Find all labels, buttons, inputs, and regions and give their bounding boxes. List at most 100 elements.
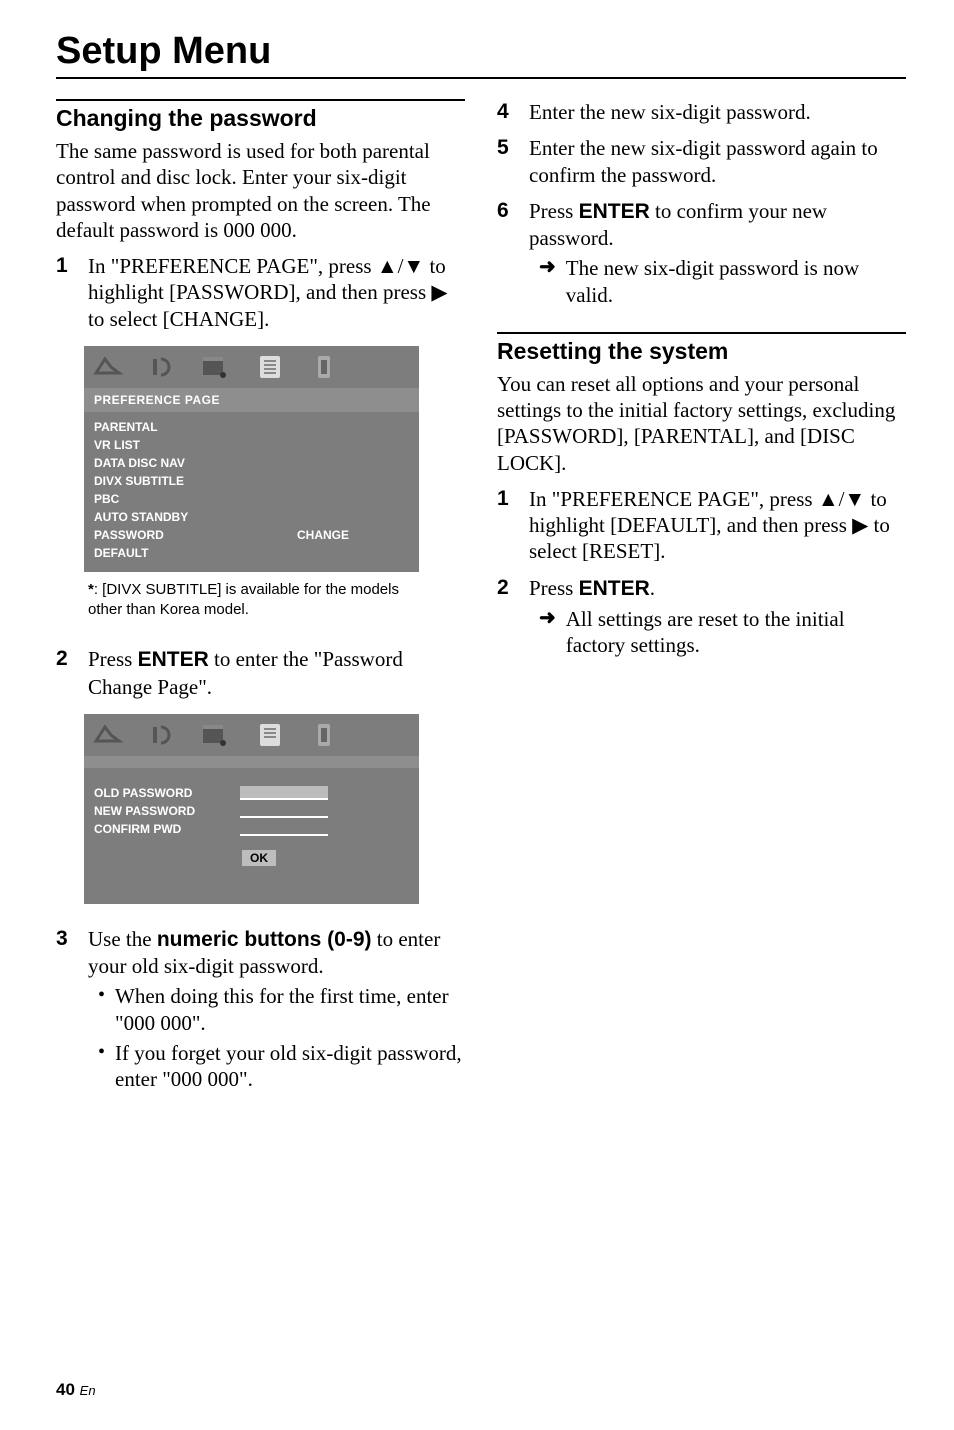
step-4: 4 Enter the new six-digit password.	[497, 99, 906, 125]
osd-item: PBC	[94, 490, 409, 508]
section-heading-password: Changing the password	[56, 105, 465, 132]
step-body: Enter the new six-digit password again t…	[529, 135, 906, 188]
osd-password-inputs: OLD PASSWORD NEW PASSWORD CONFIRM PWD OK	[84, 768, 419, 904]
step-number: 1	[56, 253, 74, 332]
tab-preference-icon	[252, 721, 288, 749]
step-6: 6 Press ENTER to confirm your new passwo…	[497, 198, 906, 308]
page-number-value: 40	[56, 1380, 75, 1399]
bullet-item: • If you forget your old six-digit passw…	[88, 1040, 465, 1093]
tab-hdmi-icon	[306, 353, 342, 381]
ok-button: OK	[242, 850, 276, 866]
footnote-text: : [DIVX SUBTITLE] is available for the m…	[88, 581, 399, 618]
reset-step-2: 2 Press ENTER. ➜ All settings are reset …	[497, 575, 906, 659]
step-3: 3 Use the numeric buttons (0-9) to enter…	[56, 926, 465, 1093]
enter-key: ENTER	[138, 648, 209, 671]
enter-key: ENTER	[579, 577, 650, 600]
page-language: En	[80, 1383, 96, 1398]
arrow-right-icon: ➜	[539, 255, 556, 308]
input-row: CONFIRM PWD	[94, 822, 409, 836]
text: to select [CHANGE].	[88, 307, 269, 331]
step-number: 2	[56, 646, 74, 700]
result-text: All settings are reset to the initial fa…	[566, 606, 906, 659]
osd-item: DEFAULT	[94, 544, 409, 562]
step-number: 4	[497, 99, 515, 125]
osd-item: AUTO STANDBY	[94, 508, 409, 526]
text: In "PREFERENCE PAGE", press	[88, 254, 377, 278]
columns: Changing the password The same password …	[56, 99, 906, 1102]
chapter-title: Setup Menu	[56, 30, 906, 73]
step-body: Press ENTER to confirm your new password…	[529, 198, 906, 308]
page-number: 40 En	[56, 1380, 96, 1400]
input-row: OLD PASSWORD	[94, 786, 409, 800]
result-text: The new six-digit password is now valid.	[566, 255, 906, 308]
step-body: Enter the new six-digit password.	[529, 99, 906, 125]
text: Press	[529, 576, 579, 600]
osd-item: PARENTAL	[94, 418, 409, 436]
section-rule	[56, 99, 465, 101]
new-password-field	[240, 804, 328, 818]
step-body: Press ENTER. ➜ All settings are reset to…	[529, 575, 906, 659]
input-label: OLD PASSWORD	[94, 786, 224, 800]
bullet-item: • When doing this for the first time, en…	[88, 983, 465, 1036]
tab-audio-icon	[144, 721, 180, 749]
chapter-rule	[56, 77, 906, 79]
old-password-field	[240, 786, 328, 800]
bullet-icon: •	[98, 1040, 105, 1093]
bullet-text: When doing this for the first time, ente…	[115, 983, 465, 1036]
osd-title: PREFERENCE PAGE	[84, 388, 419, 412]
bullet-text: If you forget your old six-digit passwor…	[115, 1040, 465, 1093]
intro-text: The same password is used for both paren…	[56, 138, 465, 243]
text: Press	[88, 647, 138, 671]
text: Press	[529, 199, 579, 223]
tab-general-icon	[90, 353, 126, 381]
input-label: CONFIRM PWD	[94, 822, 224, 836]
play-icon: ▶	[852, 513, 868, 537]
tab-hdmi-icon	[306, 721, 342, 749]
up-down-icon: ▲/▼	[377, 254, 424, 278]
osd-password-change: OLD PASSWORD NEW PASSWORD CONFIRM PWD OK	[84, 714, 419, 904]
osd-value: CHANGE	[297, 528, 349, 542]
step-1: 1 In "PREFERENCE PAGE", press ▲/▼ to hig…	[56, 253, 465, 332]
text: In "PREFERENCE PAGE", press	[529, 487, 818, 511]
bullet-icon: •	[98, 983, 105, 1036]
osd-item: VR LIST	[94, 436, 409, 454]
osd-item: DATA DISC NAV	[94, 454, 409, 472]
osd-menu-items: PARENTAL VR LIST DATA DISC NAV DIVX SUBT…	[84, 412, 419, 572]
step-number: 2	[497, 575, 515, 659]
enter-key: ENTER	[579, 200, 650, 223]
up-down-icon: ▲/▼	[818, 487, 865, 511]
step-2: 2 Press ENTER to enter the "Password Cha…	[56, 646, 465, 700]
step-number: 3	[56, 926, 74, 1093]
step-number: 1	[497, 486, 515, 565]
step-body: In "PREFERENCE PAGE", press ▲/▼ to highl…	[529, 486, 906, 565]
step-number: 6	[497, 198, 515, 308]
step-body: Use the numeric buttons (0-9) to enter y…	[88, 926, 465, 1093]
section-rule	[497, 332, 906, 334]
result-item: ➜ The new six-digit password is now vali…	[529, 255, 906, 308]
reset-step-1: 1 In "PREFERENCE PAGE", press ▲/▼ to hig…	[497, 486, 906, 565]
text: Use the	[88, 927, 157, 951]
step-number: 5	[497, 135, 515, 188]
intro-text: You can reset all options and your perso…	[497, 371, 906, 476]
arrow-right-icon: ➜	[539, 606, 556, 659]
play-icon: ▶	[431, 280, 447, 304]
footnote: *: [DIVX SUBTITLE] is available for the …	[88, 580, 428, 621]
osd-tab-bar	[84, 346, 419, 388]
section-heading-reset: Resetting the system	[497, 338, 906, 365]
osd-tab-bar	[84, 714, 419, 756]
result-item: ➜ All settings are reset to the initial …	[529, 606, 906, 659]
numeric-buttons: numeric buttons (0-9)	[157, 928, 372, 951]
osd-divider	[84, 756, 419, 768]
step-body: In "PREFERENCE PAGE", press ▲/▼ to highl…	[88, 253, 465, 332]
tab-general-icon	[90, 721, 126, 749]
input-label: NEW PASSWORD	[94, 804, 224, 818]
text: .	[650, 576, 655, 600]
osd-item-selected: PASSWORDCHANGE	[94, 526, 409, 544]
tab-audio-icon	[144, 353, 180, 381]
confirm-password-field	[240, 822, 328, 836]
tab-preference-icon	[252, 353, 288, 381]
input-row: NEW PASSWORD	[94, 804, 409, 818]
osd-preference-page: PREFERENCE PAGE PARENTAL VR LIST DATA DI…	[84, 346, 419, 572]
step-5: 5 Enter the new six-digit password again…	[497, 135, 906, 188]
left-column: Changing the password The same password …	[56, 99, 465, 1102]
